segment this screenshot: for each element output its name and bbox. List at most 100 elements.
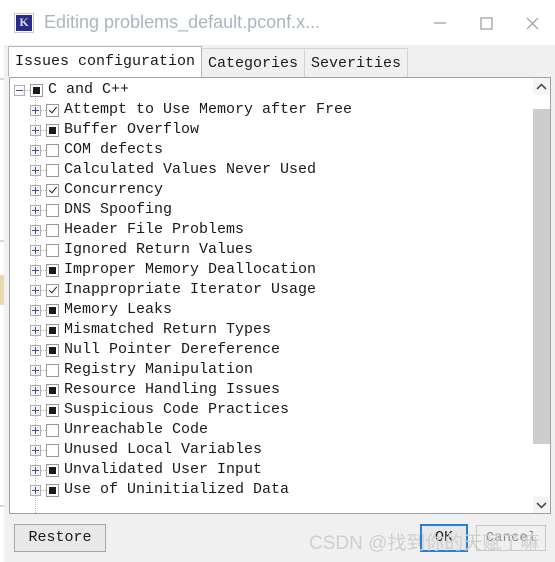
scrollbar-thumb[interactable]: [533, 109, 550, 444]
tree-row[interactable]: Mismatched Return Types: [10, 320, 533, 340]
plus-icon[interactable]: [30, 444, 41, 456]
tree-row-label: Null Pointer Dereference: [64, 341, 281, 358]
tree-row[interactable]: Ignored Return Values: [10, 240, 533, 260]
plus-icon[interactable]: [30, 124, 41, 136]
vertical-scrollbar[interactable]: [533, 78, 550, 513]
checkbox-partial[interactable]: [46, 483, 59, 497]
tree-row-label: Header File Problems: [64, 221, 245, 238]
tree-row[interactable]: Inappropriate Iterator Usage: [10, 280, 533, 300]
tree-panel: C and C++ Attempt to Use Memory after Fr…: [9, 77, 551, 514]
plus-icon[interactable]: [30, 204, 41, 216]
tree-row-label: Ignored Return Values: [64, 241, 254, 258]
checkbox-partial[interactable]: [46, 123, 59, 137]
tree-row[interactable]: Attempt to Use Memory after Free: [10, 100, 533, 120]
tree-row[interactable]: Memory Leaks: [10, 300, 533, 320]
checkbox-unchecked[interactable]: [46, 443, 59, 457]
plus-icon[interactable]: [30, 144, 41, 156]
tree-row-label: Memory Leaks: [64, 301, 173, 318]
checkbox-partial[interactable]: [46, 263, 59, 277]
tab-severities[interactable]: Severities: [304, 48, 409, 77]
tree-row[interactable]: Header File Problems: [10, 220, 533, 240]
tree-row-label: Calculated Values Never Used: [64, 161, 317, 178]
restore-button[interactable]: Restore: [14, 524, 106, 552]
checkbox-unchecked[interactable]: [46, 203, 59, 217]
tree-row[interactable]: COM defects: [10, 140, 533, 160]
plus-icon[interactable]: [30, 184, 41, 196]
chevron-down-icon: [536, 501, 547, 509]
plus-icon[interactable]: [30, 164, 41, 176]
chevron-up-icon: [536, 82, 547, 90]
scroll-up-button[interactable]: [533, 78, 550, 95]
tree-row[interactable]: Suspicious Code Practices: [10, 400, 533, 420]
tree-row[interactable]: Buffer Overflow: [10, 120, 533, 140]
checkbox-unchecked[interactable]: [46, 163, 59, 177]
dialog-window: Editing problems_default.pconf.x...: [4, 0, 555, 562]
checkbox-partial[interactable]: [46, 323, 59, 337]
plus-icon[interactable]: [30, 464, 41, 476]
tree-row[interactable]: Resource Handling Issues: [10, 380, 533, 400]
checkbox-root[interactable]: [30, 83, 43, 97]
tree-row[interactable]: Calculated Values Never Used: [10, 160, 533, 180]
checkbox-partial[interactable]: [46, 403, 59, 417]
tree-row[interactable]: Unused Local Variables: [10, 440, 533, 460]
plus-icon[interactable]: [30, 244, 41, 256]
checkbox-unchecked[interactable]: [46, 423, 59, 437]
checkbox-unchecked[interactable]: [46, 143, 59, 157]
tree-row[interactable]: DNS Spoofing: [10, 200, 533, 220]
tree-row-label: Registry Manipulation: [64, 361, 254, 378]
window-title: Editing problems_default.pconf.x...: [44, 12, 321, 32]
plus-icon[interactable]: [30, 224, 41, 236]
tree-row-label: DNS Spoofing: [64, 201, 173, 218]
checkbox-unchecked[interactable]: [46, 363, 59, 377]
maximize-icon: [480, 16, 493, 30]
plus-icon[interactable]: [30, 104, 41, 116]
tree-children: Attempt to Use Memory after Free Buffer O…: [10, 100, 533, 500]
checkbox-partial[interactable]: [46, 303, 59, 317]
plus-icon[interactable]: [30, 324, 41, 336]
plus-icon[interactable]: [30, 384, 41, 396]
ok-button[interactable]: OK: [420, 524, 468, 552]
tree-row-label: Inappropriate Iterator Usage: [64, 281, 317, 298]
tree-row[interactable]: Null Pointer Dereference: [10, 340, 533, 360]
tree-row[interactable]: Unvalidated User Input: [10, 460, 533, 480]
plus-icon[interactable]: [30, 344, 41, 356]
plus-icon[interactable]: [30, 284, 41, 296]
checkbox-partial[interactable]: [46, 463, 59, 477]
tree-row[interactable]: Registry Manipulation: [10, 360, 533, 380]
checkbox-unchecked[interactable]: [46, 223, 59, 237]
checkbox-partial[interactable]: [46, 383, 59, 397]
tree-row-label: Mismatched Return Types: [64, 321, 272, 338]
tree-row[interactable]: Improper Memory Deallocation: [10, 260, 533, 280]
checkbox-checked[interactable]: [46, 103, 59, 117]
tab-issues-configuration[interactable]: Issues configuration: [8, 46, 203, 77]
tree-row-label: Unused Local Variables: [64, 441, 263, 458]
plus-icon[interactable]: [30, 424, 41, 436]
plus-icon[interactable]: [30, 364, 41, 376]
minimize-button[interactable]: [417, 0, 463, 45]
tree-row[interactable]: Unreachable Code: [10, 420, 533, 440]
checkbox-unchecked[interactable]: [46, 243, 59, 257]
close-icon: [526, 17, 539, 29]
scroll-down-button[interactable]: [533, 496, 550, 513]
checkbox-partial[interactable]: [46, 343, 59, 357]
maximize-button[interactable]: [463, 0, 509, 45]
scrollbar-track[interactable]: [533, 95, 550, 496]
cancel-button[interactable]: Cancel: [476, 525, 546, 551]
plus-icon[interactable]: [30, 404, 41, 416]
checkbox-checked[interactable]: [46, 183, 59, 197]
tree-row-label: Unvalidated User Input: [64, 461, 263, 478]
checkbox-checked[interactable]: [46, 283, 59, 297]
plus-icon[interactable]: [30, 264, 41, 276]
tree-row[interactable]: Concurrency: [10, 180, 533, 200]
close-button[interactable]: [509, 0, 555, 45]
tab-categories[interactable]: Categories: [201, 48, 306, 77]
tree-row-label: Suspicious Code Practices: [64, 401, 290, 418]
plus-icon[interactable]: [30, 304, 41, 316]
tree-row[interactable]: Use of Uninitialized Data: [10, 480, 533, 500]
issues-tree[interactable]: C and C++ Attempt to Use Memory after Fr…: [10, 78, 533, 513]
minus-icon[interactable]: [14, 84, 25, 96]
app-k-icon: [14, 12, 34, 33]
plus-icon[interactable]: [30, 484, 41, 496]
tree-row-root[interactable]: C and C++: [10, 80, 533, 100]
title-bar: Editing problems_default.pconf.x...: [4, 0, 555, 45]
